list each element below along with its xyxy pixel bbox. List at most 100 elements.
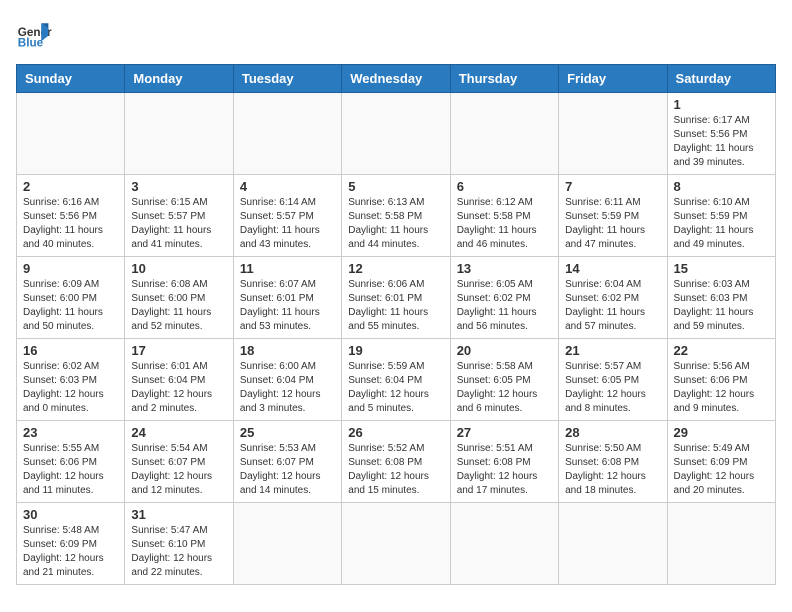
week-row-2: 2 Sunrise: 6:16 AM Sunset: 5:56 PM Daylig… [17, 175, 776, 257]
day-cell: 21 Sunrise: 5:57 AM Sunset: 6:05 PM Dayli… [559, 339, 667, 421]
day-info: Sunrise: 6:16 AM Sunset: 5:56 PM Dayligh… [23, 196, 118, 252]
header-monday: Monday [125, 65, 233, 93]
day-cell [125, 93, 233, 175]
day-cell: 26 Sunrise: 5:52 AM Sunset: 6:08 PM Dayli… [342, 421, 450, 503]
day-info: Sunrise: 5:52 AM Sunset: 6:08 PM Dayligh… [348, 442, 443, 498]
day-number: 25 [240, 425, 335, 440]
day-info: Sunrise: 5:51 AM Sunset: 6:08 PM Dayligh… [457, 442, 552, 498]
day-number: 5 [348, 179, 443, 194]
day-number: 27 [457, 425, 552, 440]
week-row-3: 9 Sunrise: 6:09 AM Sunset: 6:00 PM Daylig… [17, 257, 776, 339]
day-cell [17, 93, 125, 175]
day-cell: 18Sunrise: 6:00 AM Sunset: 6:04 PM Dayli… [233, 339, 341, 421]
day-info: Sunrise: 6:03 AM Sunset: 6:03 PM Dayligh… [674, 278, 769, 334]
day-cell: 2 Sunrise: 6:16 AM Sunset: 5:56 PM Daylig… [17, 175, 125, 257]
day-cell: 23Sunrise: 5:55 AM Sunset: 6:06 PM Dayli… [17, 421, 125, 503]
day-cell: 4 Sunrise: 6:14 AM Sunset: 5:57 PM Daylig… [233, 175, 341, 257]
day-cell [667, 503, 775, 585]
day-info: Sunrise: 5:58 AM Sunset: 6:05 PM Dayligh… [457, 360, 552, 416]
day-info: Sunrise: 6:17 AM Sunset: 5:56 PM Dayligh… [674, 114, 769, 170]
day-cell: 14 Sunrise: 6:04 AM Sunset: 6:02 PM Dayli… [559, 257, 667, 339]
day-number: 9 [23, 261, 118, 276]
day-cell: 6 Sunrise: 6:12 AM Sunset: 5:58 PM Daylig… [450, 175, 558, 257]
day-number: 2 [23, 179, 118, 194]
day-info: Sunrise: 5:54 AM Sunset: 6:07 PM Dayligh… [131, 442, 226, 498]
day-cell: 30 Sunrise: 5:48 AM Sunset: 6:09 PM Dayli… [17, 503, 125, 585]
day-number: 16 [23, 343, 118, 358]
day-cell: 15 Sunrise: 6:03 AM Sunset: 6:03 PM Dayli… [667, 257, 775, 339]
day-cell: 29Sunrise: 5:49 AM Sunset: 6:09 PM Dayli… [667, 421, 775, 503]
day-number: 7 [565, 179, 660, 194]
day-info: Sunrise: 6:11 AM Sunset: 5:59 PM Dayligh… [565, 196, 660, 252]
day-number: 19 [348, 343, 443, 358]
day-info: Sunrise: 6:02 AM Sunset: 6:03 PM Dayligh… [23, 360, 118, 416]
day-cell: 13 Sunrise: 6:05 AM Sunset: 6:02 PM Dayli… [450, 257, 558, 339]
day-number: 29 [674, 425, 769, 440]
day-cell [342, 93, 450, 175]
day-info: Sunrise: 5:48 AM Sunset: 6:09 PM Dayligh… [23, 524, 118, 580]
calendar-table: SundayMondayTuesdayWednesdayThursdayFrid… [16, 64, 776, 585]
header-thursday: Thursday [450, 65, 558, 93]
day-cell: 27 Sunrise: 5:51 AM Sunset: 6:08 PM Dayli… [450, 421, 558, 503]
day-cell: 17Sunrise: 6:01 AM Sunset: 6:04 PM Dayli… [125, 339, 233, 421]
day-info: Sunrise: 6:04 AM Sunset: 6:02 PM Dayligh… [565, 278, 660, 334]
day-cell [233, 93, 341, 175]
page-header: General Blue [16, 16, 776, 52]
day-info: Sunrise: 5:53 AM Sunset: 6:07 PM Dayligh… [240, 442, 335, 498]
day-number: 26 [348, 425, 443, 440]
day-cell: 1 Sunrise: 6:17 AM Sunset: 5:56 PM Daylig… [667, 93, 775, 175]
day-number: 1 [674, 97, 769, 112]
day-cell: 8 Sunrise: 6:10 AM Sunset: 5:59 PM Daylig… [667, 175, 775, 257]
day-info: Sunrise: 5:57 AM Sunset: 6:05 PM Dayligh… [565, 360, 660, 416]
day-number: 30 [23, 507, 118, 522]
day-cell [342, 503, 450, 585]
day-number: 20 [457, 343, 552, 358]
header-friday: Friday [559, 65, 667, 93]
day-cell [450, 503, 558, 585]
week-row-6: 30 Sunrise: 5:48 AM Sunset: 6:09 PM Dayli… [17, 503, 776, 585]
day-number: 22 [674, 343, 769, 358]
day-cell: 19 Sunrise: 5:59 AM Sunset: 6:04 PM Dayli… [342, 339, 450, 421]
day-cell: 11Sunrise: 6:07 AM Sunset: 6:01 PM Dayli… [233, 257, 341, 339]
header-wednesday: Wednesday [342, 65, 450, 93]
day-number: 10 [131, 261, 226, 276]
day-number: 8 [674, 179, 769, 194]
day-number: 31 [131, 507, 226, 522]
day-cell: 5 Sunrise: 6:13 AM Sunset: 5:58 PM Daylig… [342, 175, 450, 257]
header-saturday: Saturday [667, 65, 775, 93]
day-info: Sunrise: 6:05 AM Sunset: 6:02 PM Dayligh… [457, 278, 552, 334]
day-number: 11 [240, 261, 335, 276]
day-info: Sunrise: 6:01 AM Sunset: 6:04 PM Dayligh… [131, 360, 226, 416]
day-number: 4 [240, 179, 335, 194]
day-info: Sunrise: 6:09 AM Sunset: 6:00 PM Dayligh… [23, 278, 118, 334]
day-info: Sunrise: 6:10 AM Sunset: 5:59 PM Dayligh… [674, 196, 769, 252]
day-info: Sunrise: 6:14 AM Sunset: 5:57 PM Dayligh… [240, 196, 335, 252]
day-info: Sunrise: 6:13 AM Sunset: 5:58 PM Dayligh… [348, 196, 443, 252]
day-number: 15 [674, 261, 769, 276]
week-row-1: 1 Sunrise: 6:17 AM Sunset: 5:56 PM Daylig… [17, 93, 776, 175]
week-row-5: 23Sunrise: 5:55 AM Sunset: 6:06 PM Dayli… [17, 421, 776, 503]
day-cell [233, 503, 341, 585]
day-cell: 25 Sunrise: 5:53 AM Sunset: 6:07 PM Dayli… [233, 421, 341, 503]
day-info: Sunrise: 6:06 AM Sunset: 6:01 PM Dayligh… [348, 278, 443, 334]
day-info: Sunrise: 5:47 AM Sunset: 6:10 PM Dayligh… [131, 524, 226, 580]
day-number: 13 [457, 261, 552, 276]
day-info: Sunrise: 5:56 AM Sunset: 6:06 PM Dayligh… [674, 360, 769, 416]
day-cell: 28Sunrise: 5:50 AM Sunset: 6:08 PM Dayli… [559, 421, 667, 503]
day-cell: 10Sunrise: 6:08 AM Sunset: 6:00 PM Dayli… [125, 257, 233, 339]
day-number: 14 [565, 261, 660, 276]
day-number: 23 [23, 425, 118, 440]
day-info: Sunrise: 5:50 AM Sunset: 6:08 PM Dayligh… [565, 442, 660, 498]
weekday-header-row: SundayMondayTuesdayWednesdayThursdayFrid… [17, 65, 776, 93]
day-cell: 24Sunrise: 5:54 AM Sunset: 6:07 PM Dayli… [125, 421, 233, 503]
day-cell [559, 503, 667, 585]
day-number: 3 [131, 179, 226, 194]
day-number: 18 [240, 343, 335, 358]
day-info: Sunrise: 6:12 AM Sunset: 5:58 PM Dayligh… [457, 196, 552, 252]
day-cell: 9 Sunrise: 6:09 AM Sunset: 6:00 PM Daylig… [17, 257, 125, 339]
day-number: 6 [457, 179, 552, 194]
day-number: 21 [565, 343, 660, 358]
day-info: Sunrise: 5:59 AM Sunset: 6:04 PM Dayligh… [348, 360, 443, 416]
week-row-4: 16 Sunrise: 6:02 AM Sunset: 6:03 PM Dayli… [17, 339, 776, 421]
day-cell [450, 93, 558, 175]
